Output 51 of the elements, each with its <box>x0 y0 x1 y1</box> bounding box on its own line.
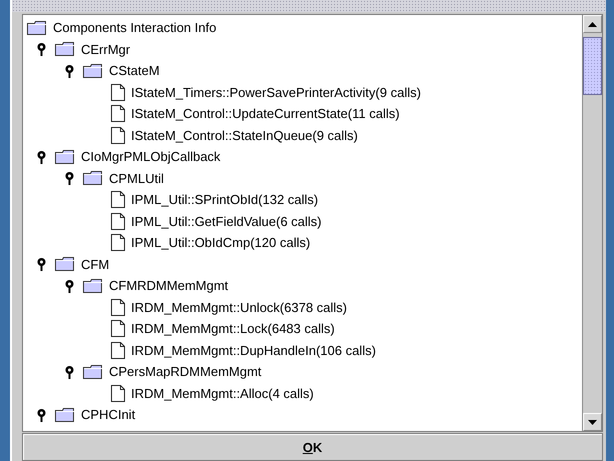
scrollbar[interactable] <box>582 15 602 431</box>
tree-node-label[interactable]: Components Interaction Info <box>53 20 216 36</box>
scroll-up-icon[interactable] <box>588 22 597 26</box>
tree-handle-icon[interactable] <box>36 42 46 56</box>
folder-icon <box>55 408 75 422</box>
document-icon <box>111 298 125 316</box>
folder-icon <box>55 150 75 164</box>
document-icon <box>111 126 125 144</box>
tree-node-label[interactable]: CPersMapRDMMemMgmt <box>109 364 262 380</box>
tree-handle-icon[interactable] <box>36 408 46 422</box>
folder-icon <box>83 364 103 379</box>
ok-button[interactable]: OK <box>22 433 603 461</box>
tree-node-label[interactable]: IRDM_MemMgmt::Alloc(4 calls) <box>131 386 314 401</box>
tree-handle-icon[interactable] <box>64 364 74 379</box>
document-icon <box>111 105 125 122</box>
folder-icon <box>55 42 75 56</box>
tree-node-label[interactable]: IRDM_MemMgmt::Unlock(6378 calls) <box>131 300 347 315</box>
folder-icon <box>83 171 103 186</box>
document-icon <box>111 84 125 101</box>
document-icon <box>111 320 125 338</box>
document-icon <box>111 234 125 252</box>
folder-icon <box>55 257 75 272</box>
tree-node-label[interactable]: CFM <box>81 256 110 272</box>
folder-icon <box>83 278 103 293</box>
folder-icon <box>27 20 47 35</box>
tree-handle-icon[interactable] <box>36 257 46 272</box>
tree-node-label[interactable]: IPML_Util::GetFieldValue(6 calls) <box>131 214 322 229</box>
tree-node-label[interactable]: CErrMgr <box>81 42 130 57</box>
tree-node-label[interactable]: IRDM_MemMgmt::Lock(6483 calls) <box>131 321 335 336</box>
tree-node-label[interactable]: CStateM <box>109 63 160 78</box>
scroll-thumb[interactable] <box>583 37 602 95</box>
tree-node-label[interactable]: CPMLUtil <box>109 170 164 186</box>
tree-handle-icon[interactable] <box>64 171 74 186</box>
tree-node-label[interactable]: CPHCInit <box>81 407 136 422</box>
tree-handle-icon[interactable] <box>36 150 46 164</box>
scroll-down-icon[interactable] <box>588 420 597 424</box>
document-icon <box>111 212 125 230</box>
tree-node-label[interactable]: IPML_Util::SPrintObId(132 calls) <box>131 192 318 208</box>
folder-icon <box>83 64 103 78</box>
tree-handle-icon[interactable] <box>64 278 74 293</box>
document-icon <box>111 384 125 402</box>
tree-node-label[interactable]: IStateM_Timers::PowerSavePrinterActivity(9 calls) <box>131 84 421 100</box>
tree-handle-icon[interactable] <box>64 64 74 78</box>
tree-node-label[interactable]: IPML_Util::ObIdCmp(120 calls) <box>131 235 310 250</box>
document-icon <box>111 342 125 359</box>
tree-node-label[interactable]: IStateM_Control::StateInQueue(9 calls) <box>131 128 358 143</box>
document-icon <box>111 191 125 208</box>
tree-node-label[interactable]: CIoMgrPMLObjCallback <box>81 149 220 164</box>
tree-node-label[interactable]: IStateM_Control::UpdateCurrentState(11 calls) <box>131 106 400 122</box>
tree-node-label[interactable]: IRDM_MemMgmt::DupHandleIn(106 calls) <box>131 342 376 358</box>
tree-node-label[interactable]: CFMRDMMemMgmt <box>109 278 228 294</box>
